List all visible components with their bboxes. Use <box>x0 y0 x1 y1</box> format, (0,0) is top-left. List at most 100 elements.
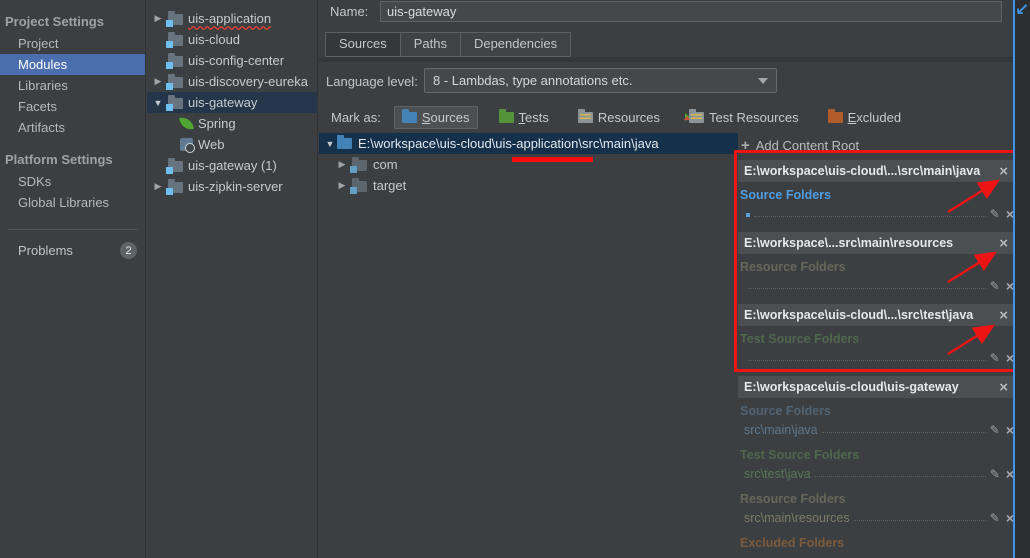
edit-icon[interactable]: ✎ <box>990 208 1000 221</box>
source-dot-icon <box>746 213 750 217</box>
content-roots-column: + Add Content Root E:\workspace\uis-clou… <box>738 136 1014 558</box>
name-label: Name: <box>330 4 369 19</box>
tab-paths[interactable]: Paths <box>400 32 461 57</box>
chevron-down-icon[interactable]: ▼ <box>152 98 164 108</box>
sidebar-item-libraries[interactable]: Libraries <box>0 75 145 96</box>
folder-entry-row: ✎ × <box>744 349 1014 365</box>
module-tree-item-uis-gateway-1[interactable]: uis-gateway (1) <box>147 155 317 176</box>
tree-item-target[interactable]: ▶ target <box>319 175 738 196</box>
remove-content-root-icon[interactable]: × <box>999 379 1008 396</box>
sidebar-item-sdks[interactable]: SDKs <box>0 171 145 192</box>
content-root-path: E:\workspace\uis-cloud\uis-application\s… <box>358 136 659 151</box>
chevron-right-icon[interactable]: ▶ <box>152 181 164 192</box>
content-root-path-row[interactable]: ▼ E:\workspace\uis-cloud\uis-application… <box>319 133 738 154</box>
chevron-right-icon[interactable]: ▶ <box>336 180 348 191</box>
edit-icon[interactable]: ✎ <box>990 352 1000 365</box>
language-level-select[interactable]: 8 - Lambdas, type annotations etc. <box>424 68 777 93</box>
resources-folder-icon <box>577 109 593 123</box>
module-tree-item-spring-facet[interactable]: Spring <box>147 113 317 134</box>
module-label: uis-cloud <box>188 32 241 47</box>
chevron-right-icon[interactable]: ▶ <box>152 13 164 24</box>
folder-path: src\main\java <box>744 423 818 437</box>
edit-icon[interactable]: ✎ <box>990 468 1000 481</box>
spring-icon <box>179 116 194 131</box>
window-edge <box>1015 0 1030 558</box>
dotted-leader <box>853 520 986 521</box>
dotted-leader <box>748 360 986 361</box>
module-folder-icon <box>166 158 183 174</box>
edit-icon[interactable]: ✎ <box>990 512 1000 525</box>
chevron-down-icon <box>758 77 768 84</box>
edit-icon[interactable]: ✎ <box>990 280 1000 293</box>
modules-tree-panel: ▶ uis-application uis-cloud uis-config-c… <box>147 0 318 558</box>
content-root-header[interactable]: E:\workspace\...src\main\resources × <box>738 232 1014 254</box>
remove-content-root-icon[interactable]: × <box>999 163 1008 180</box>
problems-count-badge: 2 <box>120 242 137 259</box>
module-label: uis-gateway (1) <box>188 158 277 173</box>
tree-item-com[interactable]: ▶ com <box>319 154 738 175</box>
name-row: Name: <box>319 0 1013 26</box>
folder-label: com <box>373 157 398 172</box>
module-tree-item-uis-cloud[interactable]: uis-cloud <box>147 29 317 50</box>
tab-sources[interactable]: Sources <box>325 32 401 57</box>
problems-label: Problems <box>18 243 73 258</box>
module-tree-item-uis-application[interactable]: ▶ uis-application <box>147 8 317 29</box>
panel-edge-highlight <box>1013 0 1015 558</box>
chevron-right-icon[interactable]: ▶ <box>152 76 164 87</box>
mark-sources-button[interactable]: Sources <box>393 105 478 129</box>
language-level-value: 8 - Lambdas, type annotations etc. <box>433 73 633 88</box>
content-root-path: E:\workspace\uis-cloud\...\src\main\java <box>744 164 981 178</box>
edit-icon[interactable]: ✎ <box>990 424 1000 437</box>
module-tree-item-uis-zipkin-server[interactable]: ▶ uis-zipkin-server <box>147 176 317 197</box>
module-tree-item-uis-discovery-eureka[interactable]: ▶ uis-discovery-eureka <box>147 71 317 92</box>
content-root-path: E:\workspace\uis-cloud\...\src\test\java <box>744 308 974 322</box>
module-label: uis-zipkin-server <box>188 179 283 194</box>
remove-content-root-icon[interactable]: × <box>999 307 1008 324</box>
module-label: uis-application <box>188 11 272 26</box>
content-root-header[interactable]: E:\workspace\uis-cloud\uis-gateway × <box>738 376 1014 398</box>
chevron-right-icon[interactable]: ▶ <box>336 159 348 170</box>
module-tree-item-web-facet[interactable]: Web <box>147 134 317 155</box>
sidebar-item-modules[interactable]: Modules <box>0 54 145 75</box>
mark-as-row: Mark as: Sources Tests Resources Test Re… <box>319 104 1013 130</box>
platform-settings-header: Platform Settings <box>5 152 113 167</box>
remove-content-root-icon[interactable]: × <box>999 235 1008 252</box>
mark-button-label: Test Resources <box>709 109 799 125</box>
module-folder-icon <box>166 74 183 90</box>
mark-excluded-button[interactable]: Excluded <box>820 106 909 129</box>
chevron-down-icon[interactable]: ▼ <box>324 139 336 149</box>
mark-button-label: Tests <box>518 109 549 125</box>
sidebar-item-artifacts[interactable]: Artifacts <box>0 117 145 138</box>
add-content-root-button[interactable]: + Add Content Root <box>738 136 1014 154</box>
mark-test-resources-button[interactable]: Test Resources <box>681 106 807 129</box>
module-tree-item-uis-config-center[interactable]: uis-config-center <box>147 50 317 71</box>
content-root-card: E:\workspace\uis-cloud\...\src\main\java… <box>738 160 1014 221</box>
sidebar-item-facets[interactable]: Facets <box>0 96 145 117</box>
source-root-folder-icon <box>337 135 352 149</box>
mark-tests-button[interactable]: Tests <box>491 106 557 129</box>
module-tree-item-uis-gateway[interactable]: ▼ uis-gateway <box>147 92 317 113</box>
module-name-input[interactable] <box>380 1 1002 22</box>
mark-resources-button[interactable]: Resources <box>570 106 668 129</box>
facet-label: Web <box>198 137 225 152</box>
module-editor-panel: Name: Sources Paths Dependencies Languag… <box>319 0 1014 558</box>
tab-dependencies[interactable]: Dependencies <box>460 32 572 57</box>
tabs-bottom-strip <box>319 57 1013 62</box>
content-root-card: E:\workspace\uis-cloud\uis-gateway × Sou… <box>738 376 1014 550</box>
excluded-folder-icon <box>827 109 843 123</box>
facet-label: Spring <box>198 116 236 131</box>
sidebar-item-global-libraries[interactable]: Global Libraries <box>0 192 145 213</box>
folder-entry-row: src\main\resources ✎ × <box>744 509 1014 525</box>
project-settings-header: Project Settings <box>5 14 104 29</box>
dotted-leader <box>814 476 986 477</box>
settings-sidebar: Project Settings Project Modules Librari… <box>0 0 146 558</box>
mark-button-label: Excluded <box>847 109 902 125</box>
folder-path: src\test\java <box>744 467 811 481</box>
sidebar-item-problems[interactable]: Problems 2 <box>0 239 145 262</box>
web-icon <box>180 138 195 153</box>
content-root-header[interactable]: E:\workspace\uis-cloud\...\src\test\java… <box>738 304 1014 326</box>
content-root-header[interactable]: E:\workspace\uis-cloud\...\src\main\java… <box>738 160 1014 182</box>
sidebar-item-project[interactable]: Project <box>0 33 145 54</box>
mark-button-label: Sources <box>421 109 470 125</box>
folder-entry-row: src\test\java ✎ × <box>744 465 1014 481</box>
